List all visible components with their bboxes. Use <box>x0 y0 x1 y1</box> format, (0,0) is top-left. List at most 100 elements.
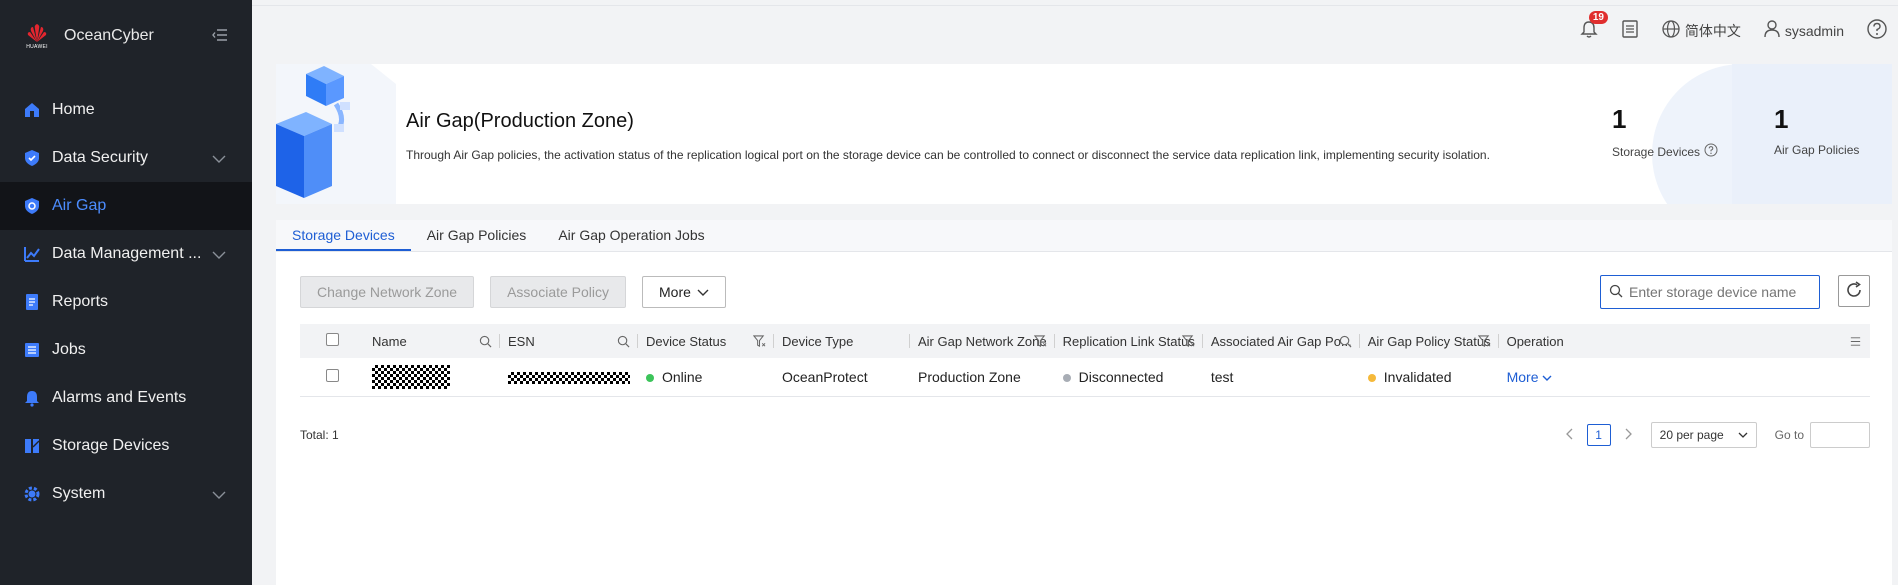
chevron-down-icon <box>212 150 226 168</box>
column-header-associated-policy: Associated Air Gap Po... <box>1202 324 1360 358</box>
select-all-checkbox[interactable] <box>325 333 339 346</box>
page-banner: Air Gap(Production Zone) Through Air Gap… <box>276 64 1892 204</box>
sidebar-item-jobs[interactable]: Jobs <box>0 326 252 374</box>
chevron-down-icon <box>212 486 226 504</box>
sidebar-item-data-management[interactable]: Data Management ... <box>0 230 252 278</box>
column-settings-icon[interactable] <box>1849 335 1862 351</box>
table-footer: Total: 1 1 20 per page Go to <box>300 422 1870 448</box>
stat-storage-devices: 1 Storage Devices <box>1612 104 1718 160</box>
prev-page-button[interactable] <box>1565 428 1573 443</box>
jobs-icon <box>22 340 42 360</box>
page-title: Air Gap(Production Zone) <box>406 110 634 132</box>
column-header-esn: ESN <box>500 324 638 358</box>
tab-storage-devices[interactable]: Storage Devices <box>276 220 411 251</box>
column-header-name: Name <box>364 324 500 358</box>
sidebar-item-label: Air Gap <box>52 197 107 214</box>
status-dot-disconnected <box>1062 374 1071 383</box>
search-icon[interactable] <box>1339 335 1352 351</box>
chevron-down-icon <box>212 246 226 264</box>
select-all-header <box>300 324 364 358</box>
change-network-zone-button[interactable]: Change Network Zone <box>300 276 475 308</box>
help-button[interactable] <box>1866 18 1888 43</box>
search-input[interactable] <box>1629 284 1809 300</box>
refresh-button[interactable] <box>1838 275 1870 307</box>
table-header-row: Name ESN Device Status Device Type Air G… <box>300 324 1870 358</box>
user-menu[interactable]: sysadmin <box>1763 19 1844 42</box>
pagination: 1 20 per page Go to <box>1565 422 1870 448</box>
page-description: Through Air Gap policies, the activation… <box>406 148 1490 162</box>
chevron-down-icon <box>1738 428 1748 442</box>
link-status: Disconnected <box>1078 368 1164 385</box>
status-dot-online <box>646 374 654 383</box>
top-bar: 19 简体中文 sysadmin <box>252 5 1898 55</box>
notification-badge: 19 <box>1588 11 1608 24</box>
collapse-menu-icon[interactable] <box>212 28 228 44</box>
user-icon <box>1763 19 1781 42</box>
chevron-down-icon <box>697 284 709 300</box>
sidebar-item-label: Alarms and Events <box>52 389 187 406</box>
row-checkbox[interactable] <box>325 368 339 382</box>
tab-air-gap-policies[interactable]: Air Gap Policies <box>411 220 543 251</box>
report-icon <box>22 292 42 312</box>
sidebar: HUAWEI OceanCyber Home Data Security Air… <box>0 0 252 585</box>
masked-device-name <box>372 364 450 389</box>
sidebar-item-home[interactable]: Home <box>0 86 252 134</box>
list-icon <box>1621 19 1639 42</box>
more-label: More <box>659 284 691 300</box>
notifications-button[interactable]: 19 <box>1579 11 1608 42</box>
chevron-down-icon <box>1542 369 1552 385</box>
shield-icon <box>22 148 42 168</box>
next-page-button[interactable] <box>1625 428 1633 443</box>
sidebar-item-alarms[interactable]: Alarms and Events <box>0 374 252 422</box>
filter-icon[interactable] <box>1033 335 1047 351</box>
stat-value: 1 <box>1612 104 1627 134</box>
sidebar-item-storage-devices[interactable]: Storage Devices <box>0 422 252 470</box>
content-panel: Change Network Zone Associate Policy Mor… <box>276 252 1892 585</box>
total-count: Total: 1 <box>300 428 339 442</box>
more-button[interactable]: More <box>642 276 726 308</box>
sidebar-item-air-gap[interactable]: Air Gap <box>0 182 252 230</box>
associate-policy-button[interactable]: Associate Policy <box>490 276 627 308</box>
policy-status: Invalidated <box>1383 368 1452 385</box>
help-icon[interactable] <box>1704 143 1718 160</box>
filter-icon[interactable] <box>1477 335 1491 351</box>
stat-label: Storage Devices <box>1612 144 1701 159</box>
column-header-link-status: Replication Link Status <box>1054 324 1203 358</box>
sidebar-item-data-security[interactable]: Data Security <box>0 134 252 182</box>
search-icon[interactable] <box>617 335 630 351</box>
stat-label: Air Gap Policies <box>1774 143 1860 157</box>
filter-icon[interactable] <box>1181 335 1195 351</box>
search-box[interactable] <box>1600 275 1820 309</box>
goto-page-input[interactable] <box>1810 422 1870 448</box>
username: sysadmin <box>1784 22 1844 39</box>
language-selector[interactable]: 简体中文 <box>1661 19 1741 42</box>
search-icon[interactable] <box>479 335 492 351</box>
home-icon <box>22 100 42 120</box>
sidebar-item-label: System <box>52 485 106 502</box>
sidebar-item-system[interactable]: System <box>0 470 252 518</box>
storage-icon <box>22 436 42 456</box>
column-header-device-status: Device Status <box>638 324 774 358</box>
row-more-button[interactable]: More <box>1507 369 1553 385</box>
stat-value: 1 <box>1774 104 1789 134</box>
sidebar-item-reports[interactable]: Reports <box>0 278 252 326</box>
page-number-button[interactable]: 1 <box>1586 424 1611 446</box>
tab-bar: Storage Devices Air Gap Policies Air Gap… <box>276 220 1892 252</box>
device-status: Online <box>662 368 703 385</box>
stat-air-gap-policies: 1 Air Gap Policies <box>1774 104 1859 157</box>
chart-icon <box>22 244 42 264</box>
help-icon <box>1866 18 1888 43</box>
status-dot-invalidated <box>1367 374 1376 383</box>
tasks-button[interactable] <box>1621 19 1639 42</box>
per-page-select[interactable]: 20 per page <box>1650 422 1757 448</box>
sidebar-item-label: Jobs <box>52 341 86 358</box>
filter-icon[interactable] <box>752 335 766 351</box>
sidebar-item-label: Reports <box>52 293 109 310</box>
storage-devices-table: Name ESN Device Status Device Type Air G… <box>300 324 1870 397</box>
tab-air-gap-operation-jobs[interactable]: Air Gap Operation Jobs <box>542 220 720 251</box>
storage-illustration <box>276 64 396 204</box>
huawei-logo: HUAWEI <box>22 19 52 53</box>
brand: HUAWEI OceanCyber <box>0 0 252 72</box>
column-header-operation: Operation <box>1498 324 1870 358</box>
table-row: Online OceanProtect Production Zone Disc… <box>300 358 1870 397</box>
